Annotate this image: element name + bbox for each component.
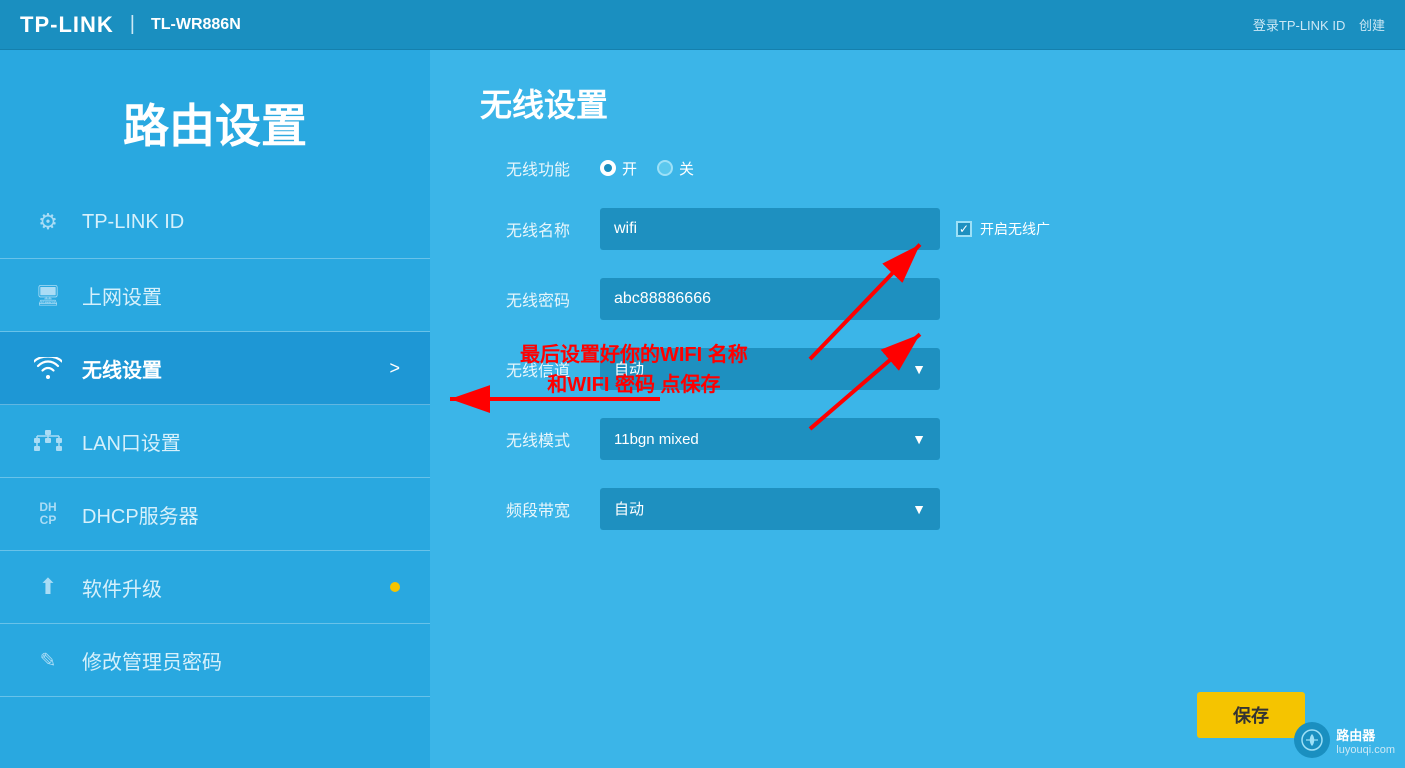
sidebar-title: 路由设置 bbox=[0, 50, 430, 186]
radio-off-circle bbox=[657, 160, 673, 176]
wireless-channel-label: 无线信道 bbox=[480, 357, 570, 381]
save-button[interactable]: 保存 bbox=[1197, 692, 1305, 738]
watermark-text-container: 路由器 luyouqi.com bbox=[1336, 725, 1395, 756]
dhcp-icon: DHCP bbox=[30, 496, 66, 532]
wireless-on-option[interactable]: 开 bbox=[600, 158, 637, 179]
login-link[interactable]: 登录TP-LINK ID bbox=[1253, 18, 1345, 33]
wireless-off-option[interactable]: 关 bbox=[657, 158, 694, 179]
upgrade-icon: ⬆ bbox=[30, 569, 66, 605]
sidebar-item-label: DHCP服务器 bbox=[82, 500, 400, 529]
page-title: 无线设置 bbox=[480, 80, 1355, 126]
sidebar-item-internet[interactable]: 🖥 上网设置 bbox=[0, 259, 430, 332]
wireless-channel-row: 无线信道 自动 123 61113 ▼ bbox=[480, 348, 1355, 390]
monitor-icon: 🖥 bbox=[30, 277, 66, 313]
wireless-channel-select-wrapper: 自动 123 61113 ▼ bbox=[600, 348, 940, 390]
wireless-name-input[interactable] bbox=[600, 208, 940, 250]
header: TP-LINK | TL-WR886N 登录TP-LINK ID 创建 bbox=[0, 0, 1405, 50]
sidebar-item-label: LAN口设置 bbox=[82, 427, 400, 456]
sidebar-item-label: 上网设置 bbox=[82, 281, 400, 310]
watermark-label: 路由器 bbox=[1336, 725, 1395, 744]
layout: 路由设置 ⚙ TP-LINK ID 🖥 上网设置 bbox=[0, 50, 1405, 768]
wireless-mode-label: 无线模式 bbox=[480, 427, 570, 451]
gear-icon: ⚙ bbox=[30, 204, 66, 240]
enable-broadcast-label: 开启无线广 bbox=[980, 219, 1050, 239]
sidebar-item-lan[interactable]: LAN口设置 bbox=[0, 405, 430, 478]
lan-icon bbox=[30, 423, 66, 459]
wifi-icon bbox=[30, 350, 66, 386]
bandwidth-select[interactable]: 自动 20MHz 40MHz bbox=[600, 488, 940, 530]
enable-broadcast-checkbox[interactable]: ✓ bbox=[956, 221, 972, 237]
sidebar-item-upgrade[interactable]: ⬆ 软件升级 bbox=[0, 551, 430, 624]
wireless-name-label: 无线名称 bbox=[480, 217, 570, 241]
bandwidth-label: 频段带宽 bbox=[480, 497, 570, 521]
wireless-mode-select[interactable]: 11bgn mixed 11bg mixed 11b only 11g only… bbox=[600, 418, 940, 460]
wireless-function-label: 无线功能 bbox=[480, 156, 570, 180]
sidebar-item-label: 修改管理员密码 bbox=[82, 646, 400, 675]
wireless-mode-row: 无线模式 11bgn mixed 11bg mixed 11b only 11g… bbox=[480, 418, 1355, 460]
sidebar-item-change-password[interactable]: ✎ 修改管理员密码 bbox=[0, 624, 430, 697]
sidebar-item-tplink-id[interactable]: ⚙ TP-LINK ID bbox=[0, 186, 430, 259]
logo-divider: | bbox=[130, 13, 135, 36]
edit-icon: ✎ bbox=[30, 642, 66, 678]
watermark-sublabel: luyouqi.com bbox=[1336, 744, 1395, 756]
wireless-off-label: 关 bbox=[679, 158, 694, 179]
bandwidth-select-wrapper: 自动 20MHz 40MHz ▼ bbox=[600, 488, 940, 530]
wireless-password-label: 无线密码 bbox=[480, 287, 570, 311]
header-links: 登录TP-LINK ID 创建 bbox=[1243, 15, 1385, 34]
logo-model: TL-WR886N bbox=[151, 16, 241, 34]
watermark-icon bbox=[1294, 722, 1330, 758]
logo-container: TP-LINK | TL-WR886N bbox=[20, 12, 241, 38]
sidebar-item-wireless[interactable]: 无线设置 > bbox=[0, 332, 430, 405]
radio-on-circle bbox=[600, 160, 616, 176]
checkbox-check-icon: ✓ bbox=[959, 222, 969, 236]
create-link[interactable]: 创建 bbox=[1359, 18, 1385, 33]
sidebar-item-dhcp[interactable]: DHCP DHCP服务器 bbox=[0, 478, 430, 551]
chevron-icon: > bbox=[389, 358, 400, 379]
sidebar-item-label: TP-LINK ID bbox=[82, 211, 400, 234]
wireless-mode-select-wrapper: 11bgn mixed 11bg mixed 11b only 11g only… bbox=[600, 418, 940, 460]
wireless-function-row: 无线功能 开 关 bbox=[480, 156, 1355, 180]
bandwidth-row: 频段带宽 自动 20MHz 40MHz ▼ bbox=[480, 488, 1355, 530]
sidebar-item-label: 无线设置 bbox=[82, 354, 389, 383]
main-content: 无线设置 无线功能 开 关 无线名称 ✓ bbox=[430, 50, 1405, 768]
upgrade-badge bbox=[390, 582, 400, 592]
wireless-password-input[interactable] bbox=[600, 278, 940, 320]
wireless-name-row: 无线名称 ✓ 开启无线广 bbox=[480, 208, 1355, 250]
enable-broadcast-row: ✓ 开启无线广 bbox=[956, 219, 1050, 239]
wireless-password-row: 无线密码 bbox=[480, 278, 1355, 320]
watermark: 路由器 luyouqi.com bbox=[1294, 722, 1395, 758]
wireless-function-radio-group: 开 关 bbox=[600, 158, 940, 179]
sidebar: 路由设置 ⚙ TP-LINK ID 🖥 上网设置 bbox=[0, 50, 430, 768]
wireless-channel-select[interactable]: 自动 123 61113 bbox=[600, 348, 940, 390]
wireless-on-label: 开 bbox=[622, 158, 637, 179]
logo-brand: TP-LINK bbox=[20, 12, 114, 38]
sidebar-item-label: 软件升级 bbox=[82, 573, 382, 602]
